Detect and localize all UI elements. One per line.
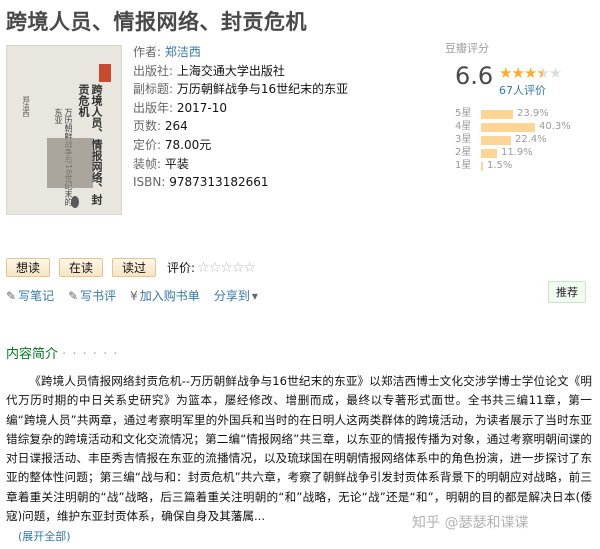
rating-label: 豆瓣评分 — [445, 42, 489, 55]
binding-value: 平装 — [164, 156, 189, 171]
section-dots: · · · · · · — [62, 347, 119, 362]
star-empty-icon: ★ — [548, 64, 562, 82]
rating-bar — [481, 110, 513, 119]
action-links: ✎ 写笔记 ✎ 写书评 ¥ 加入购书单 分享到 ▾ — [6, 287, 274, 304]
rating-percent: 11.9% — [501, 147, 533, 158]
have-read-button[interactable]: 读过 — [112, 258, 157, 277]
price-label: 定价: — [133, 137, 162, 152]
chevron-down-icon: ▾ — [251, 289, 258, 303]
star-empty-icon[interactable]: ☆ — [243, 260, 256, 276]
info-binding-row: 装帧: 平装 — [133, 155, 348, 174]
evaluate-stars[interactable]: ☆☆☆☆☆ — [197, 260, 256, 276]
add-to-cart-label: 加入购书单 — [139, 289, 200, 303]
rating-score: 6.6 — [455, 62, 494, 90]
rating-count-link[interactable]: 67人评价 — [499, 82, 546, 98]
write-review-link[interactable]: ✎ 写书评 — [68, 287, 116, 304]
book-cover-image[interactable]: 跨境人员、情报网络、封贡危机 万历朝鲜战争与16世纪末的东亚 郑洁西 — [6, 45, 122, 215]
section-heading: 内容简介 · · · · · · — [6, 343, 118, 362]
rating-star-label: 3星 — [455, 134, 472, 145]
rating-bar — [481, 136, 511, 145]
info-publisher-row: 出版社: 上海交通大学出版社 — [133, 62, 348, 81]
year-label: 出版年: — [133, 100, 174, 115]
rating-panel: 豆瓣评分 6.6 ★★★★★ 67人评价 5星 23.9% 4星 40.3% 3星 22.… — [445, 40, 595, 171]
yen-icon: ¥ — [130, 289, 138, 303]
star-full-icon: ★ — [499, 64, 512, 82]
isbn-value: 9787313182661 — [169, 175, 269, 190]
cover-author-text: 郑洁西 — [22, 96, 30, 117]
binding-label: 装帧: — [133, 156, 162, 171]
rating-star-label: 5星 — [455, 108, 472, 119]
info-price-row: 定价: 78.00元 — [133, 136, 348, 155]
year-value: 2017-10 — [176, 100, 228, 115]
info-isbn-row: ISBN: 9787313182661 — [133, 173, 348, 192]
book-info: 作者: 郑洁西 出版社: 上海交通大学出版社 副标题: 万历朝鲜战争与16世纪末… — [133, 43, 348, 192]
star-empty-icon[interactable]: ☆ — [209, 260, 222, 276]
rating-percent: 1.5% — [487, 160, 513, 171]
pages-label: 页数: — [133, 119, 162, 134]
pages-value: 264 — [164, 119, 188, 134]
want-to-read-button[interactable]: 想读 — [6, 258, 51, 277]
rating-stars: ★★★★★ — [499, 64, 562, 82]
author-label: 作者: — [133, 45, 162, 59]
subtitle-value: 万历朝鲜战争与16世纪末的东亚 — [176, 82, 349, 97]
reading-button[interactable]: 在读 — [59, 258, 104, 277]
info-subtitle-row: 副标题: 万历朝鲜战争与16世纪末的东亚 — [133, 80, 348, 99]
rating-star-label: 4星 — [455, 121, 472, 132]
star-full-icon: ★ — [511, 64, 524, 82]
rating-bar — [481, 162, 483, 171]
add-to-cart-link[interactable]: ¥ 加入购书单 — [130, 287, 200, 304]
rating-percent: 40.3% — [539, 121, 571, 132]
rating-percent: 23.9% — [517, 108, 549, 119]
evaluate-label: 评价: — [167, 261, 196, 275]
star-half-icon: ★ — [536, 64, 549, 82]
info-author-row: 作者: 郑洁西 — [133, 43, 348, 62]
share-label: 分享到 — [213, 289, 250, 303]
star-full-icon: ★ — [523, 64, 537, 82]
cover-red-tag — [99, 64, 111, 82]
star-empty-icon[interactable]: ☆ — [232, 260, 245, 276]
star-empty-icon[interactable]: ☆ — [220, 260, 233, 276]
isbn-label: ISBN: — [133, 175, 166, 190]
author-link[interactable]: 郑洁西 — [165, 45, 201, 59]
price-value: 78.00元 — [164, 137, 212, 152]
cover-publisher-logo — [71, 196, 79, 208]
expand-all-link[interactable]: (展开全部) — [18, 528, 71, 544]
rating-star-label: 1星 — [455, 160, 472, 171]
publisher-label: 出版社: — [133, 63, 174, 78]
cover-illustration — [47, 138, 93, 188]
section-title: 内容简介 — [6, 347, 59, 362]
reading-status-buttons: 想读 在读 读过 评价: ☆☆☆☆☆ — [6, 258, 256, 277]
share-link[interactable]: 分享到 ▾ — [214, 287, 260, 304]
rating-percent: 22.4% — [515, 134, 547, 145]
write-review-label: 写书评 — [80, 289, 117, 303]
book-introduction: 《跨境人员情报网络封贡危机--万历朝鲜战争与16世纪末的东亚》以郑洁西博士文化交… — [6, 374, 592, 524]
pencil-icon: ✎ — [6, 289, 17, 303]
rating-bar — [481, 123, 535, 132]
book-title: 跨境人员、情报网络、封贡危机 — [6, 10, 307, 34]
rating-star-label: 2星 — [455, 147, 472, 158]
write-note-link[interactable]: ✎ 写笔记 — [6, 287, 54, 304]
star-empty-icon[interactable]: ☆ — [197, 260, 210, 276]
recommend-button[interactable]: 推荐 — [548, 281, 586, 303]
publisher-value: 上海交通大学出版社 — [176, 63, 285, 78]
watermark-text: 知乎 @瑟瑟和谍谍 — [412, 515, 529, 531]
subtitle-label: 副标题: — [133, 82, 174, 97]
info-year-row: 出版年: 2017-10 — [133, 99, 348, 118]
pencil-icon: ✎ — [68, 289, 79, 303]
info-pages-row: 页数: 264 — [133, 117, 348, 136]
rating-bar — [481, 149, 497, 158]
write-note-label: 写笔记 — [18, 289, 55, 303]
